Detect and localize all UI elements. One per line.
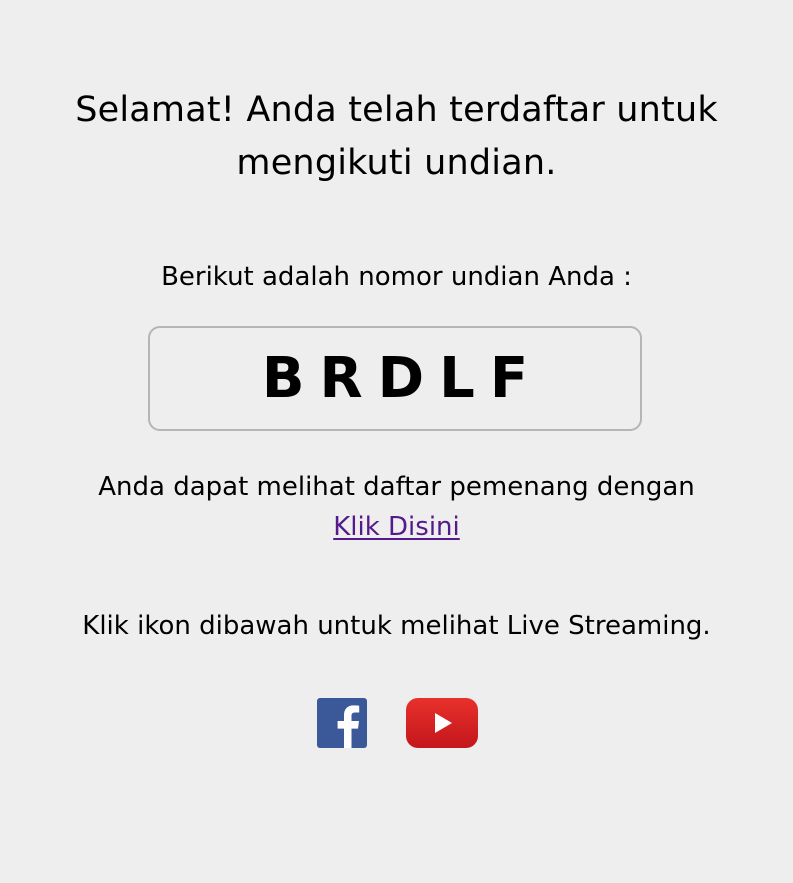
winners-link[interactable]: Klik Disini (333, 512, 460, 542)
facebook-logo (317, 698, 367, 748)
youtube-logo (406, 698, 478, 748)
congratulations-heading: Selamat! Anda telah terdaftar untuk meng… (60, 84, 733, 190)
live-streaming-text: Klik ikon dibawah untuk melihat Live Str… (82, 611, 711, 641)
winners-text-block: Anda dapat melihat daftar pemenang denga… (40, 467, 753, 547)
youtube-icon[interactable] (406, 698, 478, 748)
page: Selamat! Anda telah terdaftar untuk meng… (0, 0, 793, 883)
winners-text: Anda dapat melihat daftar pemenang denga… (98, 472, 695, 502)
lottery-intro-text: Berikut adalah nomor undian Anda : (161, 262, 632, 292)
lottery-number: BRDLF (261, 345, 544, 411)
facebook-icon[interactable] (317, 698, 367, 748)
heading-line-2: mengikuti undian. (236, 143, 557, 183)
lottery-number-box: BRDLF (148, 326, 642, 431)
heading-line-1: Selamat! Anda telah terdaftar untuk (75, 90, 718, 130)
social-icons (0, 698, 793, 750)
